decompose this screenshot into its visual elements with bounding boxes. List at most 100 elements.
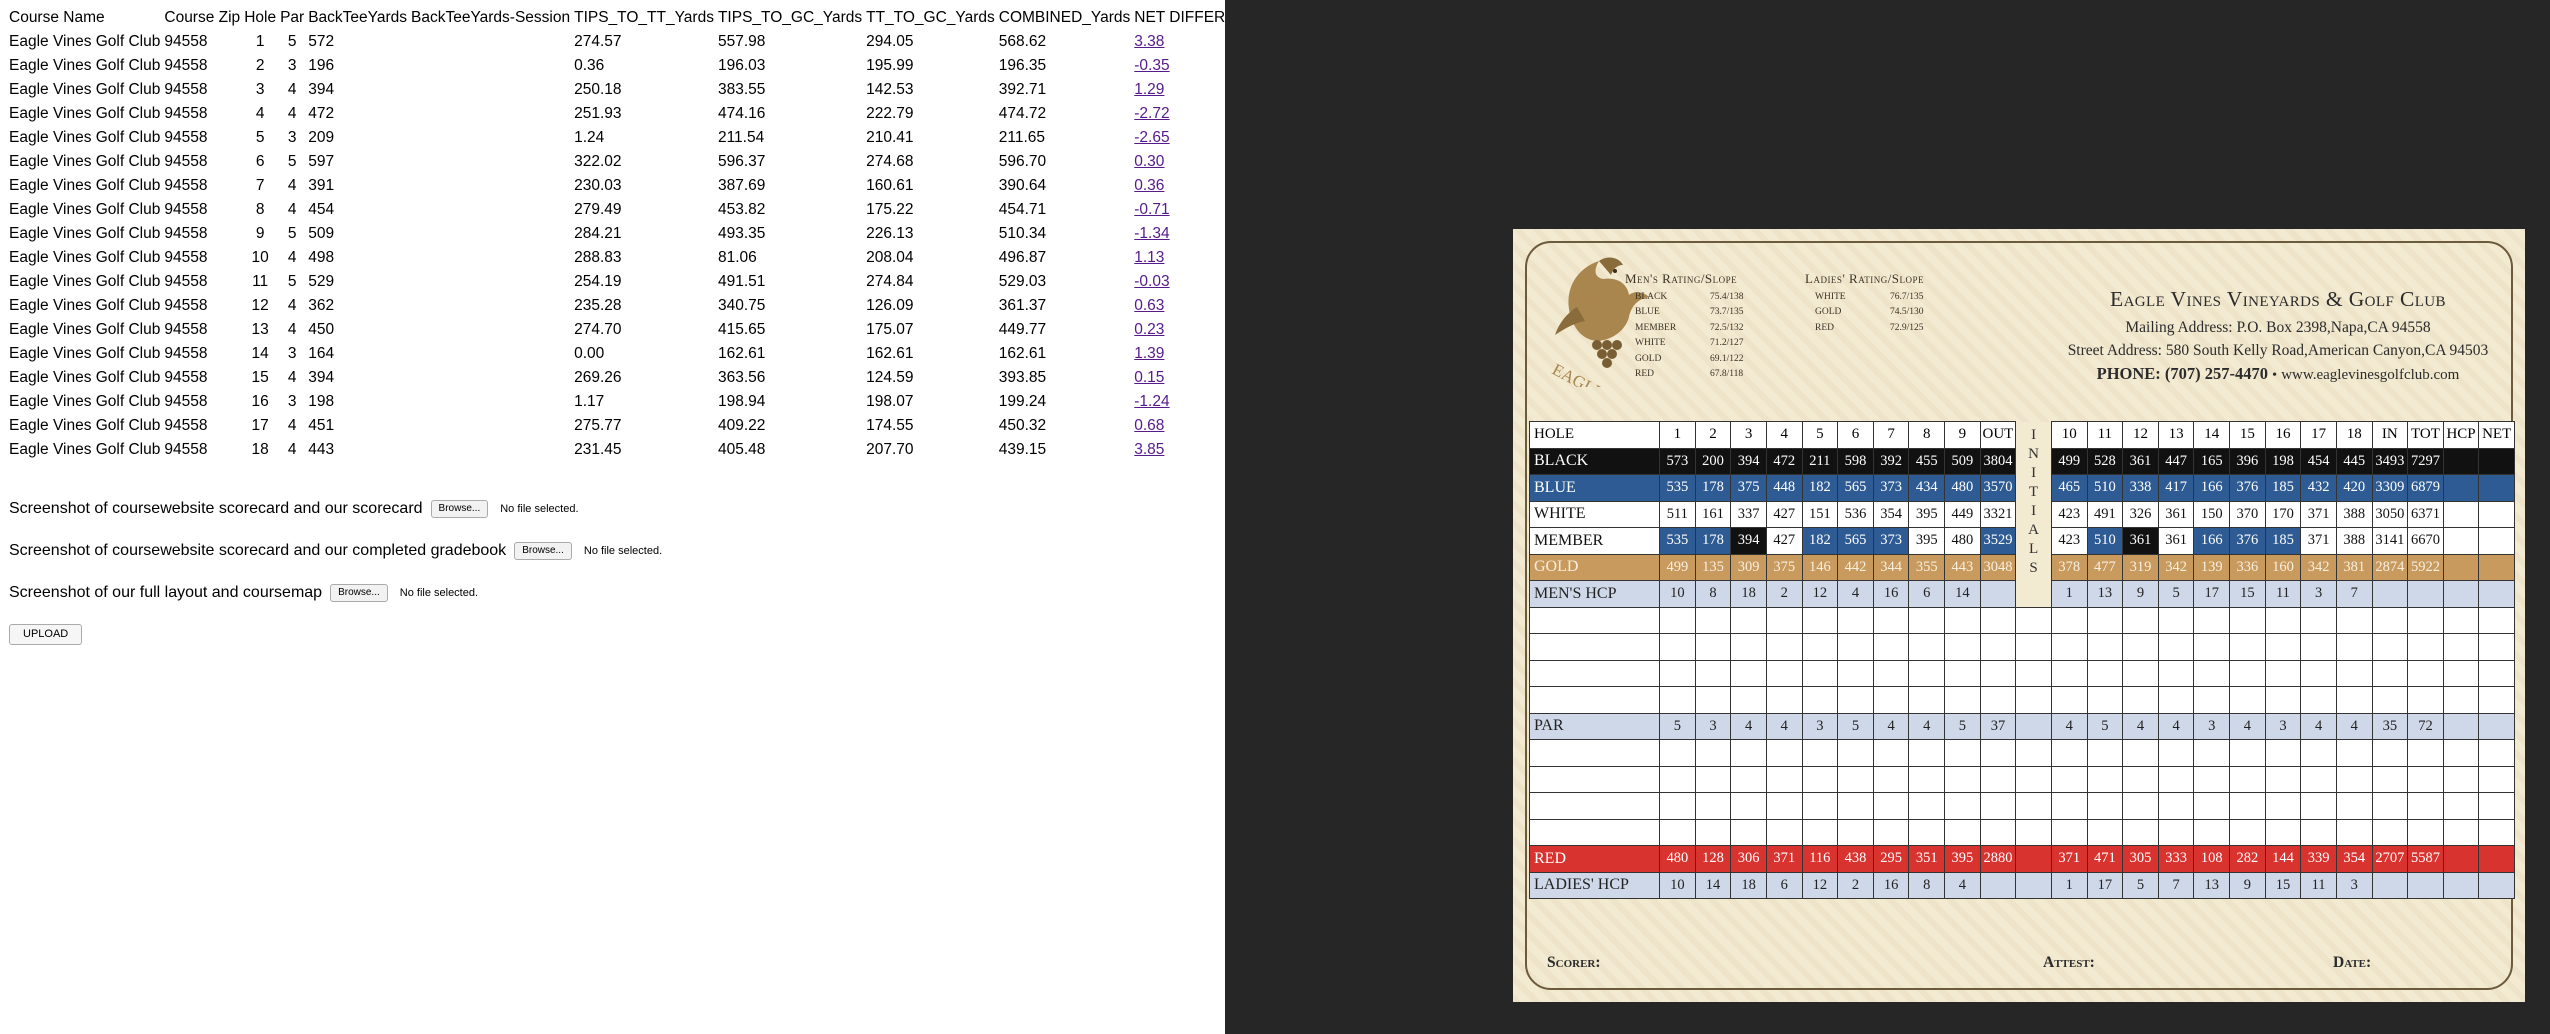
score-cell[interactable]	[2086, 765, 2124, 793]
score-cell[interactable]	[1694, 765, 1732, 793]
score-cell[interactable]	[1659, 792, 1696, 820]
score-cell[interactable]	[2050, 739, 2088, 767]
score-cell[interactable]	[2122, 633, 2159, 661]
score-cell[interactable]	[2157, 818, 2195, 846]
score-cell[interactable]	[1765, 765, 1803, 793]
score-cell[interactable]	[2193, 818, 2230, 846]
score-cell[interactable]	[1730, 659, 1767, 687]
score-cell[interactable]	[1979, 633, 2017, 661]
score-cell[interactable]	[1730, 633, 1767, 661]
score-cell[interactable]	[2442, 633, 2480, 661]
score-cell[interactable]	[1944, 765, 1981, 793]
score-cell[interactable]	[2193, 686, 2230, 714]
net-difference-link[interactable]: 0.36	[1134, 177, 1164, 194]
score-cell[interactable]	[2442, 686, 2480, 714]
score-cell[interactable]	[2050, 686, 2088, 714]
score-cell[interactable]	[2229, 739, 2266, 767]
net-difference-link[interactable]: -1.34	[1134, 225, 1169, 242]
score-cell[interactable]	[1694, 686, 1732, 714]
score-cell[interactable]	[1872, 739, 1910, 767]
score-cell[interactable]	[1730, 739, 1767, 767]
score-cell[interactable]	[2157, 765, 2195, 793]
score-cell[interactable]	[1979, 792, 2017, 820]
net-difference-link[interactable]: 1.39	[1134, 345, 1164, 362]
score-cell[interactable]	[2300, 633, 2337, 661]
browse-button-1[interactable]: Browse...	[430, 500, 489, 518]
score-cell[interactable]	[1872, 792, 1910, 820]
score-cell[interactable]	[2478, 818, 2515, 846]
score-cell[interactable]	[2229, 633, 2266, 661]
score-cell[interactable]	[1801, 686, 1839, 714]
score-cell[interactable]	[2335, 686, 2373, 714]
score-cell[interactable]	[2086, 792, 2124, 820]
score-cell[interactable]	[2335, 633, 2373, 661]
score-cell[interactable]	[2407, 659, 2444, 687]
score-cell[interactable]	[2193, 792, 2230, 820]
upload-button[interactable]: UPLOAD	[9, 624, 83, 645]
score-cell[interactable]	[1979, 765, 2017, 793]
score-cell[interactable]	[1659, 633, 1696, 661]
score-cell[interactable]	[2050, 659, 2088, 687]
score-cell[interactable]	[2086, 606, 2124, 634]
score-cell[interactable]	[2371, 633, 2409, 661]
score-cell[interactable]	[2300, 659, 2337, 687]
net-difference-link[interactable]: 3.85	[1134, 441, 1164, 458]
score-cell[interactable]	[2407, 686, 2444, 714]
score-cell[interactable]	[2050, 606, 2088, 634]
score-cell[interactable]	[2407, 818, 2444, 846]
score-cell[interactable]	[1872, 633, 1910, 661]
net-difference-link[interactable]: -2.65	[1134, 129, 1169, 146]
score-cell[interactable]	[1979, 739, 2017, 767]
net-difference-link[interactable]: 0.30	[1134, 153, 1164, 170]
score-cell[interactable]	[2335, 739, 2373, 767]
score-cell[interactable]	[1908, 792, 1945, 820]
score-cell[interactable]	[2407, 606, 2444, 634]
score-cell[interactable]	[2442, 606, 2480, 634]
score-cell[interactable]	[2335, 659, 2373, 687]
score-cell[interactable]	[2407, 739, 2444, 767]
score-cell[interactable]	[1730, 686, 1767, 714]
score-cell[interactable]	[2407, 765, 2444, 793]
score-cell[interactable]	[2086, 739, 2124, 767]
score-cell[interactable]	[1659, 686, 1696, 714]
score-cell[interactable]	[1908, 739, 1945, 767]
score-cell[interactable]	[1944, 659, 1981, 687]
score-cell[interactable]	[2300, 606, 2337, 634]
net-difference-link[interactable]: -1.24	[1134, 393, 1169, 410]
score-cell[interactable]	[2086, 818, 2124, 846]
score-cell[interactable]	[2478, 633, 2515, 661]
score-cell[interactable]	[1694, 792, 1732, 820]
score-cell[interactable]	[2229, 765, 2266, 793]
score-cell[interactable]	[1944, 633, 1981, 661]
score-cell[interactable]	[1837, 792, 1874, 820]
score-cell[interactable]	[1837, 633, 1874, 661]
score-cell[interactable]	[2371, 792, 2409, 820]
score-cell[interactable]	[2300, 739, 2337, 767]
score-cell[interactable]	[1908, 686, 1945, 714]
score-cell[interactable]	[2407, 792, 2444, 820]
score-cell[interactable]	[1908, 633, 1945, 661]
score-cell[interactable]	[1694, 659, 1732, 687]
score-cell[interactable]	[1659, 739, 1696, 767]
score-cell[interactable]	[2264, 818, 2302, 846]
score-cell[interactable]	[1944, 739, 1981, 767]
score-cell[interactable]	[2050, 818, 2088, 846]
score-cell[interactable]	[2300, 765, 2337, 793]
score-cell[interactable]	[1837, 659, 1874, 687]
net-difference-link[interactable]: -0.71	[1134, 201, 1169, 218]
net-difference-link[interactable]: -0.03	[1134, 273, 1169, 290]
score-cell[interactable]	[1979, 818, 2017, 846]
score-cell[interactable]	[1765, 818, 1803, 846]
browse-button-2[interactable]: Browse...	[514, 542, 572, 560]
score-cell[interactable]	[1694, 739, 1732, 767]
score-cell[interactable]	[2193, 606, 2230, 634]
score-cell[interactable]	[2371, 686, 2409, 714]
score-cell[interactable]	[1979, 686, 2017, 714]
score-cell[interactable]	[1659, 606, 1696, 634]
score-cell[interactable]	[2122, 739, 2159, 767]
score-cell[interactable]	[1837, 739, 1874, 767]
score-cell[interactable]	[2229, 606, 2266, 634]
score-cell[interactable]	[2264, 633, 2302, 661]
score-cell[interactable]	[1801, 739, 1839, 767]
score-cell[interactable]	[1908, 606, 1945, 634]
